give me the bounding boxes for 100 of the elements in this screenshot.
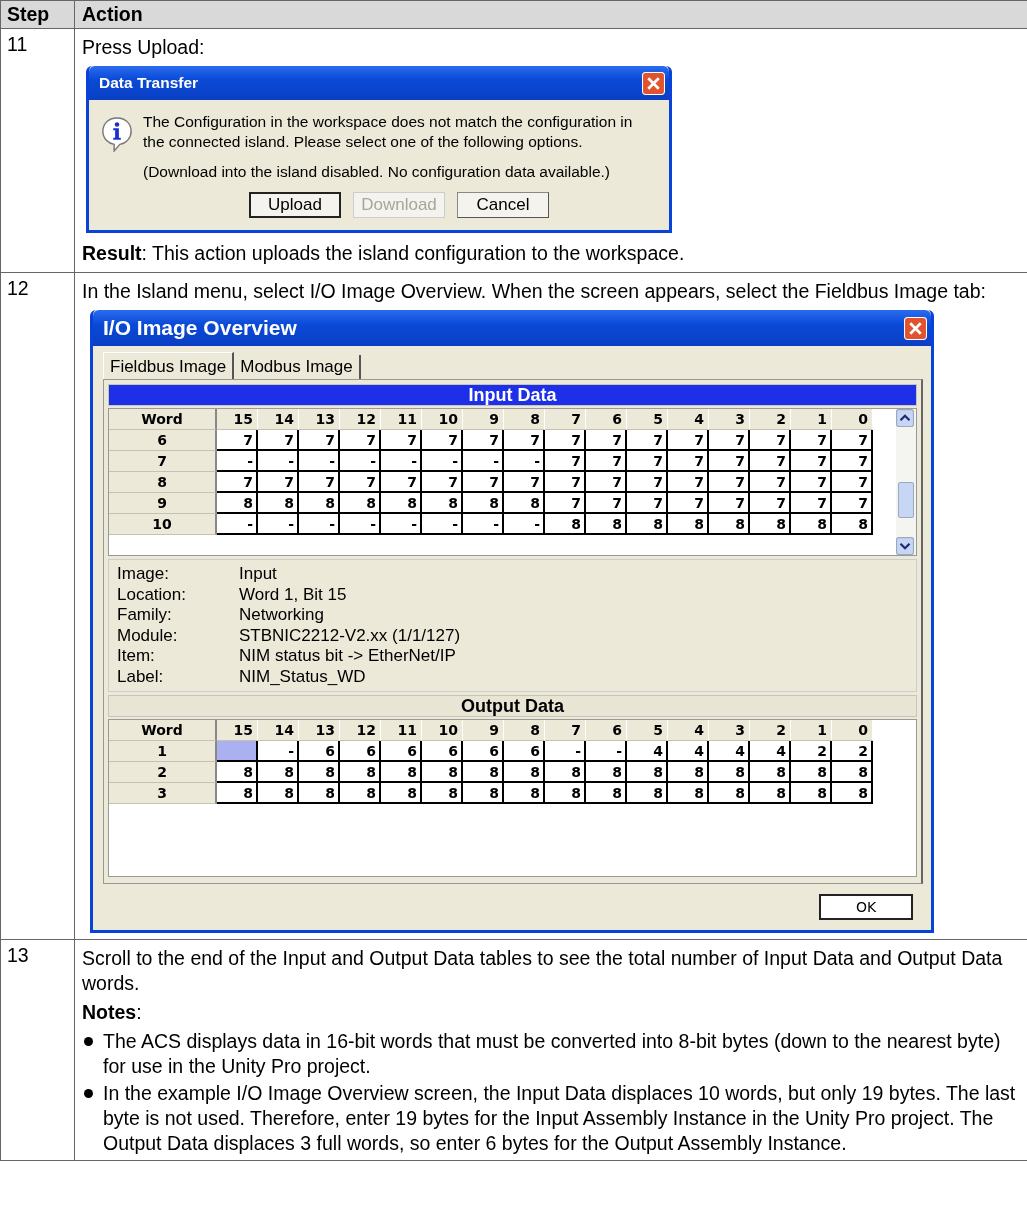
grid-cell[interactable]: 7 <box>422 430 463 451</box>
grid-cell[interactable]: 8 <box>545 783 586 804</box>
grid-cell[interactable]: 8 <box>668 762 709 783</box>
grid-cell[interactable]: 8 <box>504 493 545 514</box>
grid-cell[interactable]: - <box>299 514 340 535</box>
grid-cell[interactable]: 7 <box>750 472 791 493</box>
grid-cell[interactable]: 8 <box>832 783 873 804</box>
grid-cell[interactable]: 4 <box>709 741 750 762</box>
grid-cell[interactable]: 6 <box>340 741 381 762</box>
grid-cell[interactable]: 7 <box>627 472 668 493</box>
grid-cell[interactable]: 7 <box>832 472 873 493</box>
grid-cell[interactable]: 8 <box>340 762 381 783</box>
grid-cell[interactable]: - <box>381 514 422 535</box>
grid-cell[interactable]: 8 <box>750 514 791 535</box>
grid-cell[interactable]: 7 <box>340 430 381 451</box>
grid-cell[interactable]: 7 <box>832 451 873 472</box>
grid-cell[interactable] <box>217 741 258 762</box>
grid-cell[interactable]: 7 <box>545 430 586 451</box>
grid-cell[interactable]: 8 <box>463 762 504 783</box>
grid-cell[interactable]: 6 <box>422 741 463 762</box>
grid-cell[interactable]: 8 <box>791 762 832 783</box>
grid-cell[interactable]: - <box>258 514 299 535</box>
grid-cell[interactable]: 8 <box>463 493 504 514</box>
grid-cell[interactable]: 8 <box>299 783 340 804</box>
grid-cell[interactable]: 7 <box>627 430 668 451</box>
grid-cell[interactable]: 7 <box>504 430 545 451</box>
scroll-up-icon[interactable] <box>896 409 914 427</box>
grid-cell[interactable]: - <box>217 514 258 535</box>
grid-cell[interactable]: 8 <box>422 493 463 514</box>
scrollbar[interactable] <box>896 409 916 555</box>
grid-cell[interactable]: - <box>299 451 340 472</box>
grid-cell[interactable]: 7 <box>340 472 381 493</box>
grid-cell[interactable]: 8 <box>709 783 750 804</box>
tab[interactable]: Fieldbus Image <box>103 352 235 379</box>
grid-cell[interactable]: 7 <box>791 451 832 472</box>
grid-cell[interactable]: 7 <box>709 451 750 472</box>
grid-cell[interactable]: 8 <box>340 493 381 514</box>
grid-cell[interactable]: 7 <box>381 430 422 451</box>
dialog-button[interactable]: Upload <box>249 192 341 218</box>
grid-cell[interactable]: 7 <box>668 451 709 472</box>
scroll-down-icon[interactable] <box>896 537 914 555</box>
grid-cell[interactable]: 7 <box>586 493 627 514</box>
grid-cell[interactable]: 8 <box>504 783 545 804</box>
grid-cell[interactable]: 6 <box>504 741 545 762</box>
grid-cell[interactable]: 8 <box>668 783 709 804</box>
grid-cell[interactable]: - <box>463 451 504 472</box>
grid-cell[interactable]: 4 <box>750 741 791 762</box>
grid-cell[interactable]: 7 <box>217 430 258 451</box>
grid-cell[interactable]: 8 <box>381 493 422 514</box>
grid-cell[interactable]: - <box>545 741 586 762</box>
grid-cell[interactable]: 7 <box>668 493 709 514</box>
grid-cell[interactable]: 8 <box>217 762 258 783</box>
grid-cell[interactable]: 8 <box>504 762 545 783</box>
grid-cell[interactable]: 2 <box>832 741 873 762</box>
grid-cell[interactable]: 8 <box>750 762 791 783</box>
grid-cell[interactable]: 7 <box>791 493 832 514</box>
grid-cell[interactable]: 8 <box>299 762 340 783</box>
grid-cell[interactable]: 7 <box>791 472 832 493</box>
grid-cell[interactable]: 8 <box>709 762 750 783</box>
grid-cell[interactable]: - <box>422 514 463 535</box>
grid-cell[interactable]: - <box>217 451 258 472</box>
grid-cell[interactable]: 7 <box>791 430 832 451</box>
grid-cell[interactable]: 7 <box>258 430 299 451</box>
grid-cell[interactable]: 4 <box>668 741 709 762</box>
grid-cell[interactable]: 7 <box>463 472 504 493</box>
grid-cell[interactable]: 8 <box>627 514 668 535</box>
grid-cell[interactable]: 7 <box>258 472 299 493</box>
grid-cell[interactable]: 8 <box>381 783 422 804</box>
grid-cell[interactable]: 7 <box>709 493 750 514</box>
grid-cell[interactable]: - <box>381 451 422 472</box>
close-icon[interactable] <box>642 71 665 95</box>
grid-cell[interactable]: 8 <box>217 783 258 804</box>
grid-cell[interactable]: 8 <box>791 783 832 804</box>
grid-cell[interactable]: 8 <box>586 762 627 783</box>
grid-cell[interactable]: 8 <box>750 783 791 804</box>
grid-cell[interactable]: 8 <box>463 783 504 804</box>
grid-cell[interactable]: 7 <box>668 430 709 451</box>
grid-cell[interactable]: 8 <box>791 514 832 535</box>
grid-cell[interactable]: 8 <box>832 514 873 535</box>
grid-cell[interactable]: 7 <box>422 472 463 493</box>
grid-cell[interactable]: 8 <box>258 783 299 804</box>
grid-cell[interactable]: 8 <box>832 762 873 783</box>
grid-cell[interactable]: 8 <box>627 762 668 783</box>
grid-cell[interactable]: 8 <box>258 762 299 783</box>
grid-cell[interactable]: 8 <box>627 783 668 804</box>
grid-cell[interactable]: 7 <box>709 430 750 451</box>
grid-cell[interactable]: 7 <box>381 472 422 493</box>
grid-cell[interactable]: 7 <box>545 493 586 514</box>
grid-cell[interactable]: 7 <box>750 451 791 472</box>
grid-cell[interactable]: - <box>258 451 299 472</box>
grid-cell[interactable]: - <box>586 741 627 762</box>
grid-cell[interactable]: 8 <box>422 783 463 804</box>
grid-cell[interactable]: 2 <box>791 741 832 762</box>
grid-cell[interactable]: 6 <box>381 741 422 762</box>
scroll-thumb[interactable] <box>898 482 914 518</box>
grid-cell[interactable]: 8 <box>586 783 627 804</box>
grid-cell[interactable]: 7 <box>832 493 873 514</box>
grid-cell[interactable]: 7 <box>586 430 627 451</box>
grid-cell[interactable]: 7 <box>545 451 586 472</box>
grid-cell[interactable]: 6 <box>463 741 504 762</box>
